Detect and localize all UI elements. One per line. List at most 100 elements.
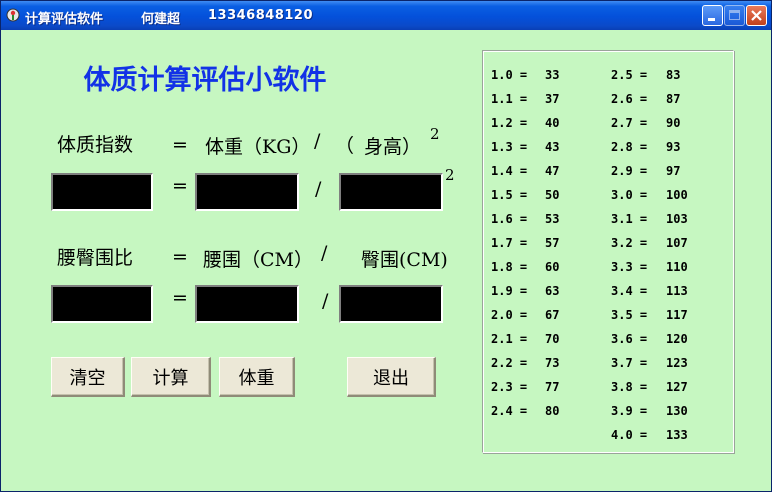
table-height-cell: 2.1 = xyxy=(491,332,528,346)
table-weight-cell: 73 xyxy=(545,356,560,370)
maximize-icon xyxy=(729,10,740,20)
waist-cm-label: 腰围（CM） xyxy=(203,249,313,271)
table-height-cell: 4.0 = xyxy=(611,428,648,442)
table-height-cell: 3.7 = xyxy=(611,356,648,370)
table-height-cell: 2.8 = xyxy=(611,140,648,154)
table-weight-cell: 123 xyxy=(666,356,688,370)
table-height-cell: 1.7 = xyxy=(491,236,528,250)
bmi-input-equals: = xyxy=(172,175,188,197)
bmi-input-divide: / xyxy=(315,178,322,200)
table-height-cell: 2.6 = xyxy=(611,92,648,106)
hip-cm-label: 臀围(CM) xyxy=(361,249,448,271)
close-button[interactable] xyxy=(746,5,767,26)
page-title: 体质计算评估小软件 xyxy=(83,65,327,96)
bmi-equals: = xyxy=(172,134,188,156)
table-height-cell: 1.3 = xyxy=(491,140,528,154)
minimize-button[interactable] xyxy=(702,5,723,26)
app-icon xyxy=(6,8,20,22)
author-name: 何建超 xyxy=(141,12,181,27)
weight-reference-table: 1.0 = 33 1.1 = 37 1.2 = 40 1.3 = 43 1.4 = 47 1.5 =… xyxy=(482,50,734,453)
table-height-cell: 1.1 = xyxy=(491,92,528,106)
table-weight-cell: 93 xyxy=(666,140,681,154)
table-weight-cell: 60 xyxy=(545,260,560,274)
exponent-2: 2 xyxy=(430,125,440,143)
table-weight-cell: 90 xyxy=(666,116,681,130)
whr-result-field[interactable] xyxy=(51,285,153,323)
table-height-cell: 2.4 = xyxy=(491,404,528,418)
whr-equals: = xyxy=(172,246,188,268)
table-height-cell: 2.7 = xyxy=(611,116,648,130)
table-weight-cell: 63 xyxy=(545,284,560,298)
whr-input-equals: = xyxy=(172,287,188,309)
table-weight-cell: 37 xyxy=(545,92,560,106)
table-height-cell: 2.3 = xyxy=(491,380,528,394)
table-weight-cell: 50 xyxy=(545,188,560,202)
table-weight-cell: 33 xyxy=(545,68,560,82)
clear-button[interactable]: 清空 xyxy=(51,357,125,397)
table-weight-cell: 80 xyxy=(545,404,560,418)
table-weight-cell: 40 xyxy=(545,116,560,130)
table-height-cell: 3.0 = xyxy=(611,188,648,202)
bmi-label: 体质指数 xyxy=(57,134,134,156)
table-weight-cell: 127 xyxy=(666,380,688,394)
calculate-button[interactable]: 计算 xyxy=(131,357,211,397)
client-area: 体质计算评估小软件 体质指数 = 体重（KG） / （ 身高） 2 = / 2 … xyxy=(4,30,768,489)
table-weight-cell: 133 xyxy=(666,428,688,442)
table-weight-cell: 110 xyxy=(666,260,688,274)
height-label: 身高） xyxy=(364,136,422,158)
table-weight-cell: 113 xyxy=(666,284,688,298)
weight-button[interactable]: 体重 xyxy=(219,357,295,397)
paren-open: （ xyxy=(335,135,355,157)
table-height-cell: 3.8 = xyxy=(611,380,648,394)
table-weight-cell: 120 xyxy=(666,332,688,346)
hip-input[interactable] xyxy=(339,285,443,323)
close-icon xyxy=(751,10,762,21)
waist-input[interactable] xyxy=(195,285,299,323)
table-height-cell: 1.4 = xyxy=(491,164,528,178)
phone-number: 13346848120 xyxy=(208,8,313,23)
table-height-cell: 3.6 = xyxy=(611,332,648,346)
whr-label: 腰臀围比 xyxy=(57,247,134,269)
maximize-button[interactable] xyxy=(724,5,745,26)
divide-symbol: / xyxy=(314,130,321,152)
weight-kg-label: 体重（KG） xyxy=(205,136,311,158)
bmi-result-field[interactable] xyxy=(51,173,153,211)
table-height-cell: 3.9 = xyxy=(611,404,648,418)
title-bar[interactable]: 计算评估软件 何建超 13346848120 xyxy=(1,1,771,30)
table-height-cell: 3.4 = xyxy=(611,284,648,298)
table-height-cell: 3.5 = xyxy=(611,308,648,322)
table-height-cell: 3.3 = xyxy=(611,260,648,274)
table-weight-cell: 53 xyxy=(545,212,560,226)
table-weight-cell: 67 xyxy=(545,308,560,322)
table-height-cell: 2.2 = xyxy=(491,356,528,370)
table-height-cell: 1.8 = xyxy=(491,260,528,274)
table-height-cell: 1.9 = xyxy=(491,284,528,298)
exit-button[interactable]: 退出 xyxy=(347,357,436,397)
whr-input-divide: / xyxy=(322,290,329,312)
table-height-cell: 1.2 = xyxy=(491,116,528,130)
table-weight-cell: 107 xyxy=(666,236,688,250)
height-input[interactable] xyxy=(339,173,443,211)
table-weight-cell: 130 xyxy=(666,404,688,418)
table-weight-cell: 83 xyxy=(666,68,681,82)
table-height-cell: 1.5 = xyxy=(491,188,528,202)
table-height-cell: 3.1 = xyxy=(611,212,648,226)
table-weight-cell: 57 xyxy=(545,236,560,250)
table-weight-cell: 103 xyxy=(666,212,688,226)
table-weight-cell: 100 xyxy=(666,188,688,202)
table-height-cell: 2.9 = xyxy=(611,164,648,178)
table-weight-cell: 87 xyxy=(666,92,681,106)
window-title: 计算评估软件 xyxy=(25,12,104,27)
whr-divide-symbol: / xyxy=(321,242,328,264)
table-weight-cell: 43 xyxy=(545,140,560,154)
table-weight-cell: 47 xyxy=(545,164,560,178)
table-height-cell: 2.5 = xyxy=(611,68,648,82)
table-height-cell: 2.0 = xyxy=(491,308,528,322)
app-window: 计算评估软件 何建超 13346848120 体质计算评估小软件 体质指数 = … xyxy=(0,0,772,492)
table-height-cell: 3.2 = xyxy=(611,236,648,250)
weight-input[interactable] xyxy=(195,173,299,211)
minimize-icon xyxy=(708,18,715,21)
input-exponent-2: 2 xyxy=(445,166,455,184)
table-height-cell: 1.0 = xyxy=(491,68,528,82)
table-weight-cell: 70 xyxy=(545,332,560,346)
